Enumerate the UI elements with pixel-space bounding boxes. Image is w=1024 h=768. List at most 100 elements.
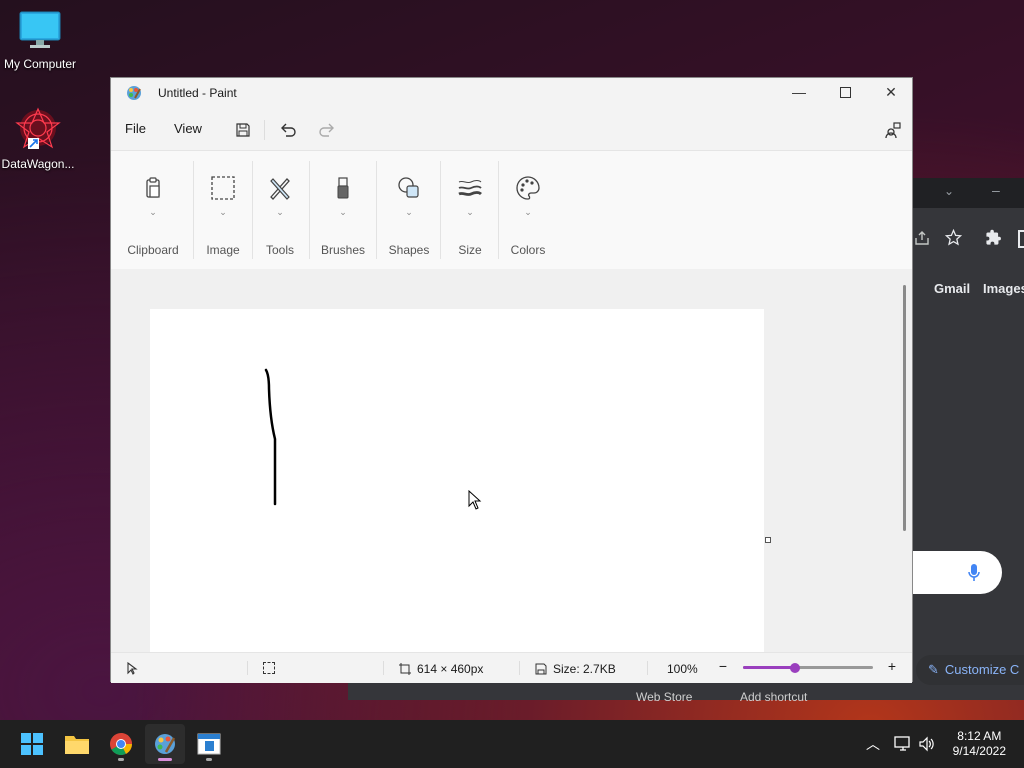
- zoom-text: 100%: [667, 662, 698, 676]
- show-hidden-icons-button[interactable]: ︿: [866, 734, 880, 754]
- file-size-status: Size: 2.7KB: [535, 662, 616, 676]
- start-button[interactable]: [12, 724, 52, 764]
- ribbon-group-label: Image: [206, 243, 240, 257]
- account-icon: [885, 122, 901, 139]
- menu-bar: File View: [111, 108, 912, 150]
- pencil-icon: ✎: [928, 662, 939, 677]
- chrome-icon: [110, 733, 132, 755]
- undo-icon: [281, 123, 296, 137]
- canvas-resize-handle[interactable]: [765, 537, 771, 543]
- ribbon-group-shapes[interactable]: ⌄ Shapes: [381, 151, 437, 269]
- ribbon-group-label: Shapes: [388, 243, 430, 257]
- system-clock[interactable]: 8:12 AM 9/14/2022: [953, 729, 1006, 759]
- zoom-slider[interactable]: [743, 663, 873, 673]
- sidepanel-icon[interactable]: [1018, 230, 1024, 248]
- close-button[interactable]: ✕: [868, 78, 914, 106]
- microphone-icon[interactable]: [968, 564, 980, 582]
- menu-file[interactable]: File: [125, 121, 146, 136]
- close-icon: ✕: [885, 83, 897, 100]
- maximize-button[interactable]: [822, 78, 868, 106]
- ribbon-separator: [498, 161, 499, 259]
- running-indicator: [118, 758, 124, 761]
- active-indicator: [158, 758, 172, 761]
- paint-icon: [155, 734, 176, 754]
- datawagon-app-icon: [15, 107, 61, 149]
- shortcut-add[interactable]: Add shortcut: [740, 690, 807, 704]
- status-bar: 614 × 460px Size: 2.7KB 100% − +: [111, 652, 912, 683]
- desktop-icon-datawagon[interactable]: DataWagon...: [0, 106, 78, 171]
- chevron-down-icon: ⌄: [466, 207, 474, 217]
- size-icon: [458, 180, 482, 196]
- chevron-down-icon: ⌄: [276, 207, 284, 217]
- chevron-down-icon[interactable]: ⌄: [944, 184, 954, 198]
- ribbon: ⌄ Clipboard ⌄ Image ⌄ Tools ⌄ Brushes ⌄ …: [111, 150, 912, 270]
- taskbar-file-explorer[interactable]: [57, 724, 97, 764]
- ribbon-group-tools[interactable]: ⌄ Tools: [254, 151, 306, 269]
- notepad-icon: [197, 733, 221, 755]
- taskbar-chrome[interactable]: [101, 724, 141, 764]
- monitor-icon: [19, 11, 61, 48]
- ribbon-separator: [309, 161, 310, 259]
- desktop-icon-my-computer[interactable]: My Computer: [0, 10, 80, 71]
- zoom-out-button[interactable]: −: [716, 658, 730, 676]
- ribbon-separator: [376, 161, 377, 259]
- chevron-down-icon: ⌄: [524, 207, 532, 217]
- taskbar-notepad[interactable]: [189, 724, 229, 764]
- zoom-slider-fill: [743, 666, 795, 669]
- window-title: Untitled - Paint: [158, 86, 237, 100]
- ribbon-separator: [252, 161, 253, 259]
- status-separator: [247, 661, 248, 675]
- ribbon-group-clipboard[interactable]: ⌄ Clipboard: [121, 151, 185, 269]
- volume-icon[interactable]: [918, 736, 936, 752]
- customize-chrome-button[interactable]: ✎ Customize C: [916, 655, 1024, 685]
- chevron-down-icon: ⌄: [405, 207, 413, 217]
- tools-icon: [270, 178, 290, 200]
- file-size-text: Size: 2.7KB: [553, 662, 616, 676]
- chevron-down-icon: ⌄: [339, 207, 347, 217]
- ribbon-group-colors[interactable]: ⌄ Colors: [502, 151, 554, 269]
- selection-icon: [211, 176, 235, 200]
- ribbon-group-brushes[interactable]: ⌄ Brushes: [314, 151, 372, 269]
- zoom-in-button[interactable]: +: [885, 658, 899, 676]
- account-button[interactable]: [881, 118, 905, 142]
- gmail-link[interactable]: Gmail: [934, 281, 970, 296]
- chevron-down-icon: ⌄: [219, 207, 227, 217]
- start-icon: [21, 733, 43, 755]
- status-separator: [383, 661, 384, 675]
- ribbon-separator: [193, 161, 194, 259]
- images-link[interactable]: Images: [983, 281, 1024, 296]
- ribbon-separator: [440, 161, 441, 259]
- desktop-icon-label: My Computer: [3, 57, 77, 71]
- minimize-icon[interactable]: –: [992, 182, 1000, 198]
- drawn-stroke: [264, 368, 277, 506]
- network-icon[interactable]: [894, 736, 912, 752]
- selection-size-icon: [263, 662, 275, 674]
- undo-button[interactable]: [276, 118, 300, 142]
- paint-window: Untitled - Paint — ✕ File View ⌄ Clipboa…: [110, 77, 913, 683]
- canvas-area: [111, 269, 912, 652]
- drawing-canvas[interactable]: [150, 309, 764, 652]
- share-icon[interactable]: [914, 230, 930, 246]
- star-icon[interactable]: [945, 229, 962, 246]
- vertical-scrollbar[interactable]: [903, 285, 906, 531]
- save-button[interactable]: [231, 118, 255, 142]
- zoom-slider-thumb[interactable]: [790, 663, 800, 673]
- status-separator: [519, 661, 520, 675]
- ribbon-group-label: Colors: [510, 243, 546, 257]
- menu-view[interactable]: View: [174, 121, 202, 136]
- mouse-cursor-icon: [468, 490, 482, 510]
- minimize-button[interactable]: —: [776, 78, 822, 106]
- extensions-icon[interactable]: [985, 229, 1002, 246]
- status-separator: [647, 661, 648, 675]
- ribbon-group-size[interactable]: ⌄ Size: [444, 151, 496, 269]
- clock-time: 8:12 AM: [957, 729, 1002, 743]
- taskbar-paint[interactable]: [145, 724, 185, 764]
- minimize-icon: —: [792, 84, 806, 100]
- ribbon-group-label: Clipboard: [127, 243, 179, 257]
- shortcut-web-store[interactable]: Web Store: [636, 690, 692, 704]
- paint-app-icon: [127, 86, 141, 100]
- paint-titlebar[interactable]: Untitled - Paint — ✕: [111, 78, 912, 108]
- menu-separator: [264, 120, 265, 140]
- ribbon-group-image[interactable]: ⌄ Image: [197, 151, 249, 269]
- redo-button[interactable]: [315, 118, 339, 142]
